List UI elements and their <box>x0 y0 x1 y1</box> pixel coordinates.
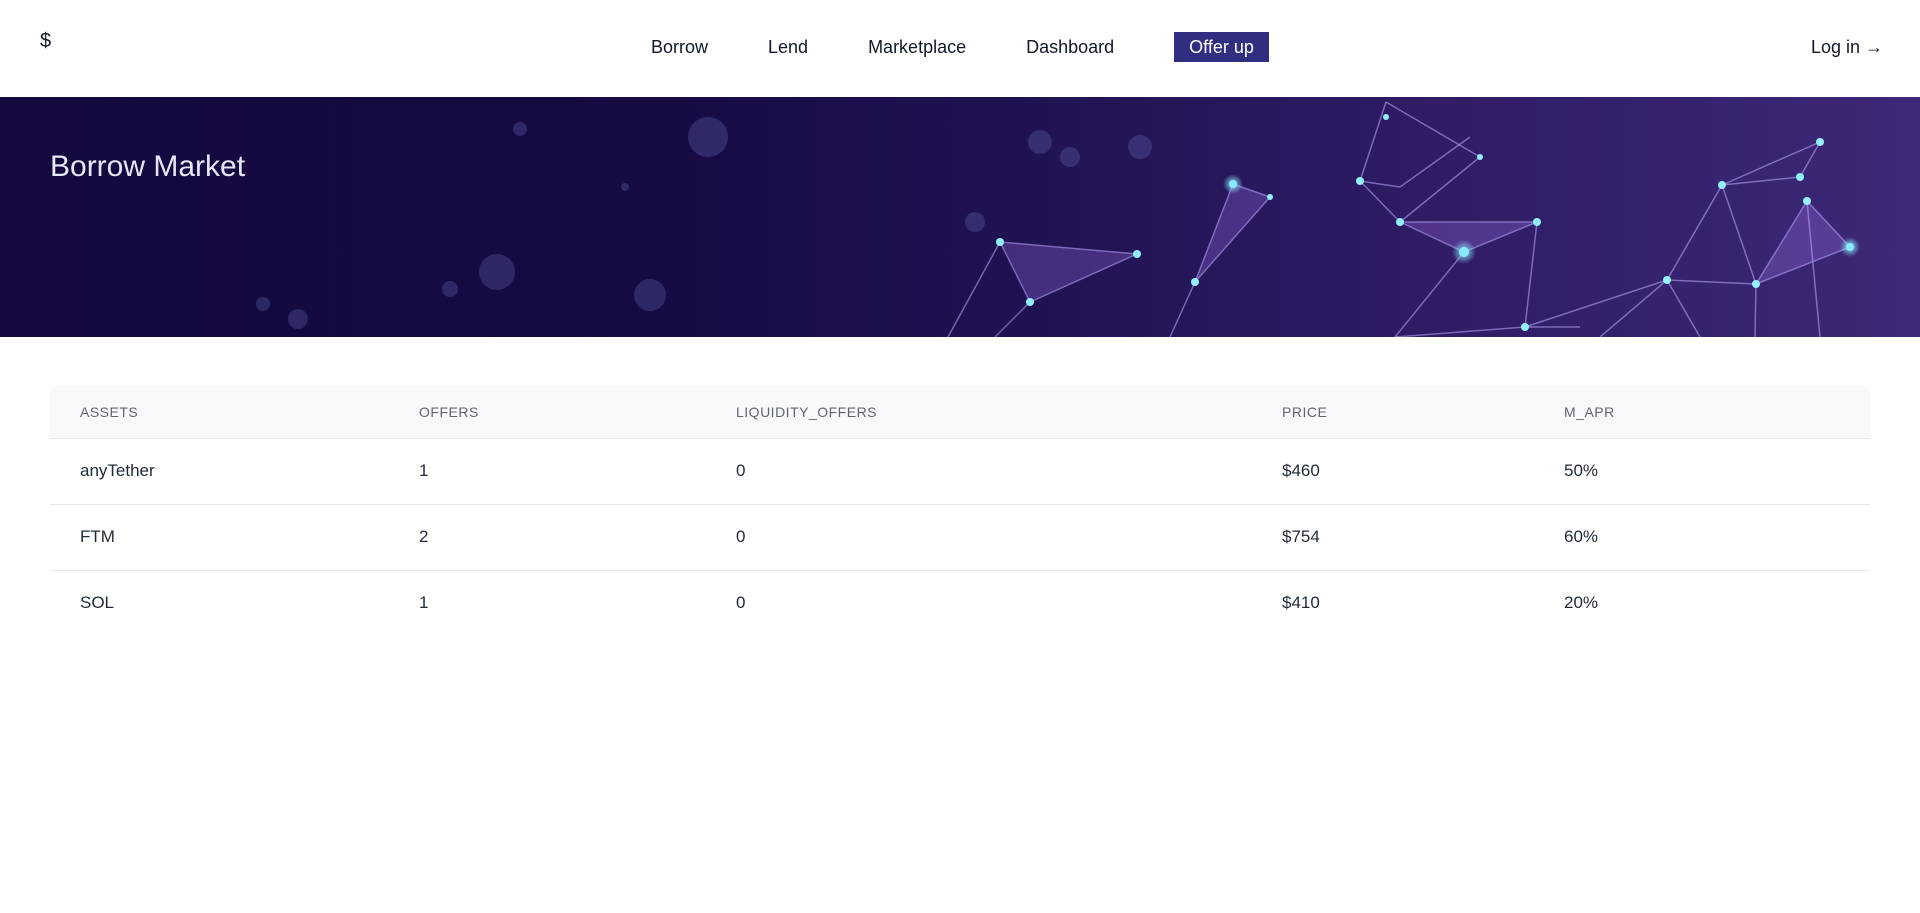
main-nav: Borrow Lend Marketplace Dashboard Offer … <box>651 32 1269 62</box>
cell-offers: 1 <box>419 593 429 613</box>
nav-marketplace[interactable]: Marketplace <box>868 32 966 62</box>
column-header-price: PRICE <box>1282 386 1564 439</box>
nav-dashboard[interactable]: Dashboard <box>1026 32 1114 62</box>
nav-lend[interactable]: Lend <box>768 32 808 62</box>
cell-price: $754 <box>1282 504 1564 571</box>
borrow-market-table: ASSETS OFFERS LIQUIDITY_OFFERS PRICE M_A… <box>50 386 1870 636</box>
cell-m-apr: 60% <box>1564 504 1870 571</box>
cell-m-apr: 20% <box>1564 593 1599 613</box>
network-graphic <box>0 97 1920 337</box>
column-header-m-apr: M_APR <box>1564 386 1870 439</box>
cell-offers: 1 <box>419 438 736 505</box>
cell-asset: anyTether <box>50 438 419 505</box>
table-row[interactable]: FTM 2 0 $754 60% <box>50 504 1870 571</box>
cell-liquidity-offers: 0 <box>736 438 1282 505</box>
cell-liquidity-offers: 0 <box>736 593 746 613</box>
nav-borrow[interactable]: Borrow <box>651 32 708 62</box>
hero-banner: Borrow Market <box>0 97 1920 337</box>
cell-offers: 2 <box>419 504 736 571</box>
cell-liquidity-offers: 0 <box>736 504 1282 571</box>
top-header: $ Borrow Lend Marketplace Dashboard Offe… <box>0 0 1920 97</box>
column-header-assets: ASSETS <box>50 386 419 439</box>
cell-asset: SOL <box>80 593 115 613</box>
offer-up-button[interactable]: Offer up <box>1174 32 1269 62</box>
cell-price: $410 <box>1282 593 1320 613</box>
cell-asset: FTM <box>50 504 419 571</box>
table-row[interactable]: SOL 1 0 $410 20% <box>50 570 1870 636</box>
cell-m-apr: 50% <box>1564 438 1870 505</box>
column-header-offers: OFFERS <box>419 386 736 439</box>
column-header-liquidity-offers: LIQUIDITY_OFFERS <box>736 386 1282 439</box>
table-row[interactable]: anyTether 1 0 $460 50% <box>50 438 1870 505</box>
table-header-row: ASSETS OFFERS LIQUIDITY_OFFERS PRICE M_A… <box>50 386 1870 439</box>
cell-price: $460 <box>1282 438 1564 505</box>
page-title: Borrow Market <box>50 150 246 183</box>
login-link[interactable]: Log in → <box>1811 32 1883 62</box>
logo-dollar[interactable]: $ <box>40 30 51 53</box>
